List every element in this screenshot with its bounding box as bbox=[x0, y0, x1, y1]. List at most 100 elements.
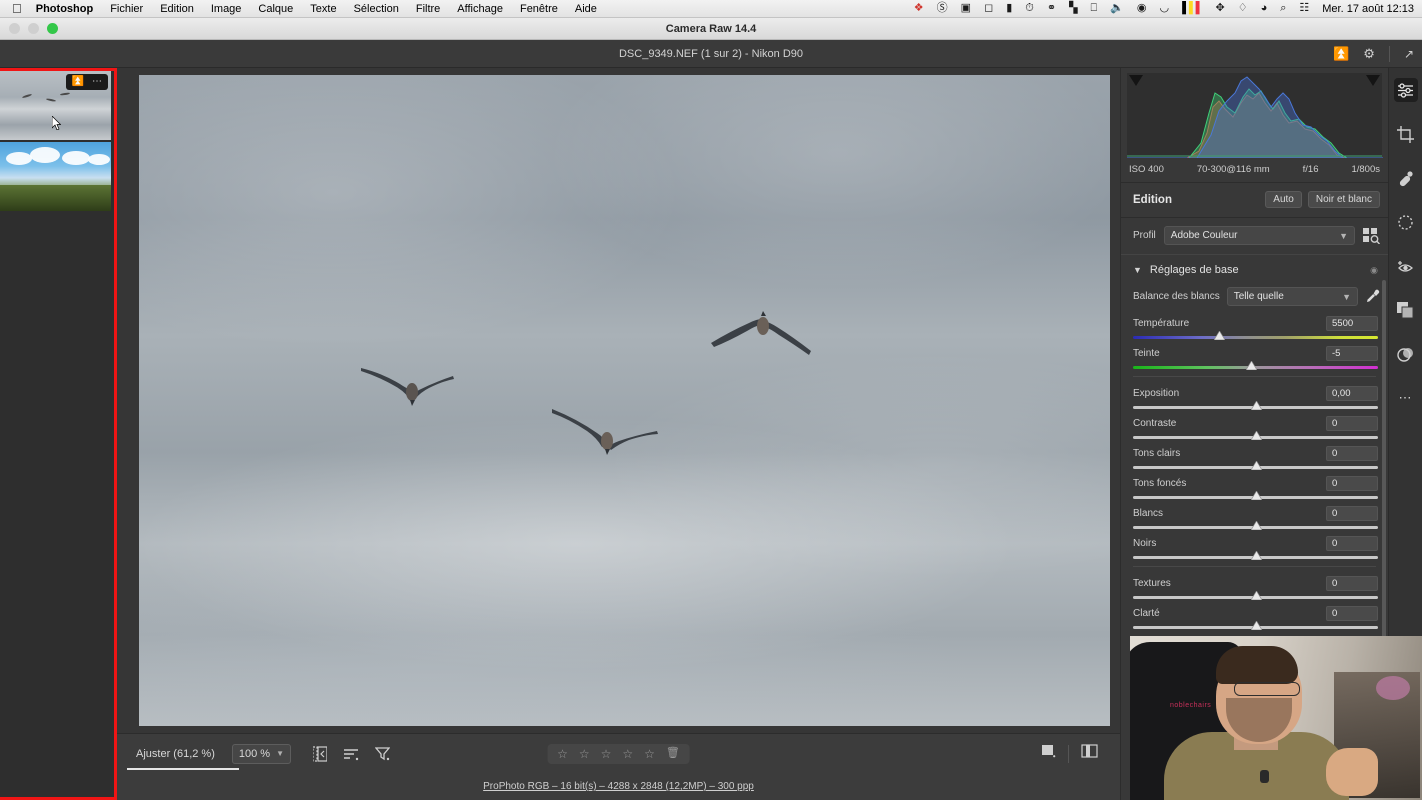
menu-item-aide[interactable]: Aide bbox=[575, 3, 597, 15]
slider-handle[interactable] bbox=[1213, 331, 1225, 340]
slider-handle[interactable] bbox=[1250, 521, 1262, 530]
slider-noirs[interactable]: Noirs 0 bbox=[1133, 536, 1378, 560]
slider-value[interactable]: 0 bbox=[1326, 606, 1378, 621]
menu-item-edition[interactable]: Edition bbox=[160, 3, 194, 15]
apple-icon[interactable]:  bbox=[12, 2, 22, 15]
screen-record-icon[interactable]: ▣ bbox=[961, 3, 971, 14]
slider-handle[interactable] bbox=[1245, 361, 1257, 370]
auto-button[interactable]: Auto bbox=[1265, 191, 1302, 208]
presets-icon[interactable] bbox=[1394, 298, 1418, 322]
zoom-level-select[interactable]: 100 % ▼ bbox=[231, 743, 291, 764]
slider-value[interactable]: 0 bbox=[1326, 506, 1378, 521]
eye-icon[interactable]: ◉ bbox=[1370, 265, 1378, 276]
time-machine-icon[interactable]: ⏱ bbox=[1025, 3, 1034, 14]
single-view-button[interactable] bbox=[1029, 740, 1068, 767]
wifi-signal-icon[interactable]: ♢ bbox=[1238, 3, 1248, 14]
search-icon[interactable]: ⌕ bbox=[1280, 3, 1286, 14]
slider-value[interactable]: -5 bbox=[1326, 346, 1378, 361]
more-options-icon[interactable]: ⋯ bbox=[92, 77, 102, 87]
dropbox-icon[interactable]: ❖ bbox=[914, 3, 924, 14]
slider-value[interactable]: 0 bbox=[1326, 576, 1378, 591]
filmstrip-toggle-icon[interactable] bbox=[313, 745, 327, 762]
more-icon[interactable]: ⋯ bbox=[1394, 386, 1418, 410]
crop-icon[interactable] bbox=[1394, 122, 1418, 146]
star-2-icon[interactable]: ☆ bbox=[579, 748, 590, 760]
slider-exposition[interactable]: Exposition 0,00 bbox=[1133, 386, 1378, 410]
slider-value[interactable]: 0 bbox=[1326, 446, 1378, 461]
slider-tons-fonces[interactable]: Tons foncés 0 bbox=[1133, 476, 1378, 500]
reject-icon[interactable]: 🗑 bbox=[666, 748, 680, 759]
star-3-icon[interactable]: ☆ bbox=[601, 748, 612, 760]
star-rating[interactable]: ☆ ☆ ☆ ☆ ☆ 🗑 bbox=[547, 743, 690, 764]
before-after-button[interactable] bbox=[1069, 740, 1110, 767]
filter-icon[interactable] bbox=[375, 746, 390, 761]
sort-icon[interactable] bbox=[343, 747, 359, 761]
chevron-down-icon[interactable]: ▼ bbox=[1133, 265, 1142, 275]
slider-handle[interactable] bbox=[1250, 591, 1262, 600]
belgium-flag-icon[interactable]: ▌▌▌ bbox=[1182, 3, 1203, 14]
slider-track[interactable] bbox=[1133, 361, 1378, 370]
slider-value[interactable]: 0 bbox=[1326, 416, 1378, 431]
slider-temperature[interactable]: Température 5500 bbox=[1133, 316, 1378, 340]
thumbnail-hover-overlay[interactable]: ⏫ ⋯ bbox=[65, 74, 108, 90]
expand-icon[interactable]: ↗ bbox=[1404, 47, 1414, 61]
download-icon[interactable]: ⏫ bbox=[72, 77, 84, 87]
wifi-icon[interactable]: ◕ bbox=[1261, 3, 1268, 14]
bluetooth-icon[interactable]: ✥ bbox=[1215, 3, 1224, 14]
slider-value[interactable]: 0 bbox=[1326, 536, 1378, 551]
star-4-icon[interactable]: ☆ bbox=[622, 748, 633, 760]
slider-handle[interactable] bbox=[1250, 491, 1262, 500]
star-1-icon[interactable]: ☆ bbox=[557, 748, 568, 760]
slider-track[interactable] bbox=[1133, 551, 1378, 560]
menu-item-texte[interactable]: Texte bbox=[310, 3, 336, 15]
menu-item-filtre[interactable]: Filtre bbox=[416, 3, 440, 15]
red-eye-icon[interactable] bbox=[1394, 254, 1418, 278]
canvas-area[interactable] bbox=[117, 68, 1120, 733]
masking-icon[interactable] bbox=[1394, 210, 1418, 234]
snapshots-icon[interactable] bbox=[1394, 342, 1418, 366]
basic-section-header[interactable]: ▼ Réglages de base ◉ bbox=[1121, 254, 1388, 285]
slider-track[interactable] bbox=[1133, 591, 1378, 600]
timer-icon[interactable]: ◉ bbox=[1137, 3, 1147, 14]
volume-icon[interactable]: 🔈 bbox=[1110, 3, 1124, 14]
slider-track[interactable] bbox=[1133, 491, 1378, 500]
airplay-icon[interactable]: ◻ bbox=[984, 3, 993, 14]
slider-handle[interactable] bbox=[1250, 431, 1262, 440]
image-properties-link[interactable]: ProPhoto RGB – 16 bit(s) – 4288 x 2848 (… bbox=[483, 781, 754, 792]
slider-track[interactable] bbox=[1133, 431, 1378, 440]
healing-brush-icon[interactable] bbox=[1394, 166, 1418, 190]
save-to-disk-icon[interactable]: ⏫ bbox=[1333, 46, 1349, 62]
white-balance-select[interactable]: Telle quelle ▼ bbox=[1226, 287, 1358, 306]
black-white-button[interactable]: Noir et blanc bbox=[1307, 191, 1380, 208]
slider-handle[interactable] bbox=[1250, 621, 1262, 630]
slider-value[interactable]: 5500 bbox=[1326, 316, 1378, 331]
filmstrip-thumbnail-1[interactable]: ⏫ ⋯ bbox=[0, 71, 111, 140]
slider-clarte[interactable]: Clarté 0 bbox=[1133, 606, 1378, 630]
slider-textures[interactable]: Textures 0 bbox=[1133, 576, 1378, 600]
slider-track[interactable] bbox=[1133, 461, 1378, 470]
slider-track[interactable] bbox=[1133, 621, 1378, 630]
gear-icon[interactable]: ⚙ bbox=[1363, 46, 1375, 62]
fit-zoom-button[interactable]: Ajuster (61,2 %) bbox=[127, 743, 224, 765]
eyedropper-icon[interactable] bbox=[1365, 289, 1380, 304]
battery-icon[interactable]: ▮ bbox=[1006, 3, 1012, 14]
slider-blancs[interactable]: Blancs 0 bbox=[1133, 506, 1378, 530]
histogram[interactable] bbox=[1127, 73, 1383, 158]
slider-handle[interactable] bbox=[1250, 401, 1262, 410]
menu-item-fichier[interactable]: Fichier bbox=[110, 3, 143, 15]
menu-item-photoshop[interactable]: Photoshop bbox=[36, 3, 93, 15]
menu-item-affichage[interactable]: Affichage bbox=[457, 3, 503, 15]
slider-handle[interactable] bbox=[1250, 461, 1262, 470]
menu-item-fenetre[interactable]: Fenêtre bbox=[520, 3, 558, 15]
edit-sliders-icon[interactable] bbox=[1393, 78, 1418, 102]
profile-select[interactable]: Adobe Couleur ▼ bbox=[1163, 226, 1355, 245]
control-center-icon[interactable]: ☷ bbox=[1299, 3, 1309, 14]
profile-browser-icon[interactable] bbox=[1363, 227, 1380, 244]
slider-contraste[interactable]: Contraste 0 bbox=[1133, 416, 1378, 440]
slider-tint[interactable]: Teinte -5 bbox=[1133, 346, 1378, 370]
slider-value[interactable]: 0,00 bbox=[1326, 386, 1378, 401]
vpn-icon[interactable]: ◡ bbox=[1159, 3, 1169, 14]
stats-icon[interactable]: ▚ bbox=[1069, 3, 1077, 14]
menu-item-image[interactable]: Image bbox=[211, 3, 242, 15]
star-5-icon[interactable]: ☆ bbox=[644, 748, 655, 760]
